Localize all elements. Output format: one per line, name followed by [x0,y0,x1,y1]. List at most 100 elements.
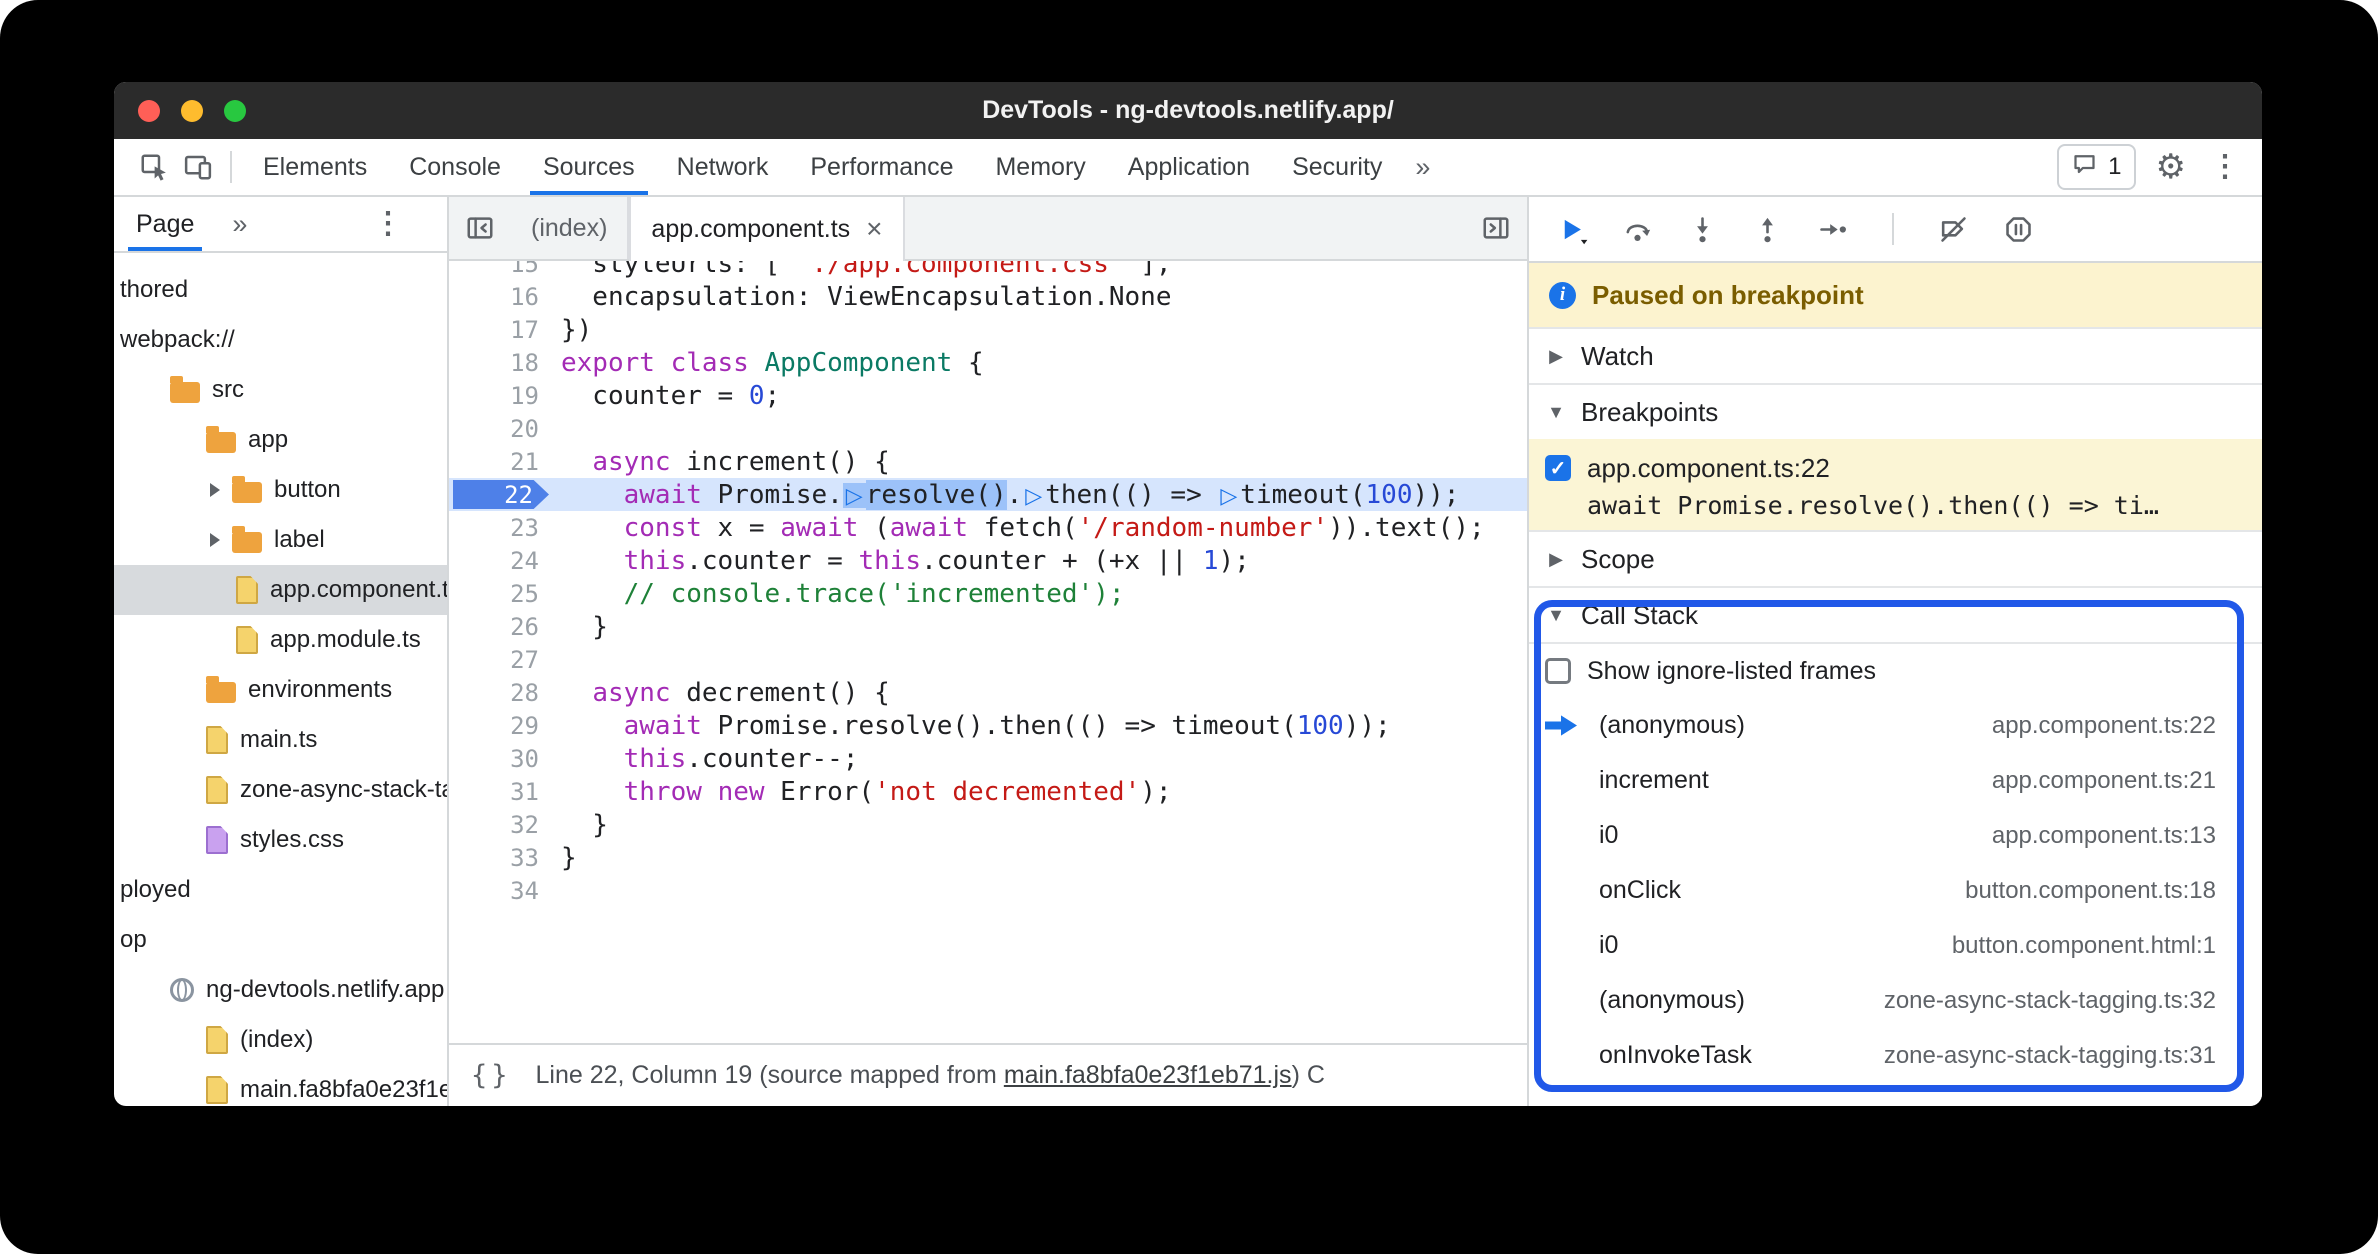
gutter-line-number[interactable]: 24 [449,544,551,577]
tab-console[interactable]: Console [388,139,522,195]
gutter-line-number[interactable]: 31 [449,775,551,808]
section-watch[interactable]: ▶ Watch [1529,327,2262,383]
code-line-text[interactable]: throw new Error('not decremented'); [551,777,1527,807]
gutter-line-number[interactable]: 19 [449,379,551,412]
code-line-text[interactable]: this.counter--; [551,744,1527,774]
tree-item-index[interactable]: (index) [114,1015,447,1065]
deactivate-breakpoints-button[interactable] [1938,214,1969,245]
stack-frame-increment[interactable]: increment app.component.ts:21 [1529,753,2262,808]
step-button[interactable] [1817,214,1848,245]
async-step-marker-icon[interactable]: ▷ [842,482,866,508]
step-out-button[interactable] [1752,214,1783,245]
tab-performance[interactable]: Performance [789,139,974,195]
tab-network[interactable]: Network [656,139,790,195]
gutter-line-number[interactable]: 22 [449,478,551,511]
gutter-line-number[interactable]: 21 [449,445,551,478]
stack-frame-oninvoketask[interactable]: onInvokeTask zone-async-stack-tagging.ts:… [1529,1028,2262,1083]
tree-item-zone-async-stack-ta[interactable]: zone-async-stack-ta [114,765,447,815]
gutter-line-number[interactable]: 34 [449,874,551,907]
tree-item-thored[interactable]: thored [114,265,447,315]
tree-item-button[interactable]: button [114,465,447,515]
stack-frame-i0[interactable]: i0 button.component.html:1 [1529,918,2262,973]
async-step-marker-icon[interactable]: ▷ [1022,483,1045,508]
step-over-button[interactable] [1622,214,1653,245]
device-toolbar-icon[interactable] [176,145,220,189]
tab-elements[interactable]: Elements [242,139,388,195]
tree-item-app-component-ts[interactable]: app.component.ts [114,565,447,615]
tree-item-app[interactable]: app [114,415,447,465]
minimize-window-button[interactable] [181,99,203,122]
tree-item-op[interactable]: op [114,915,447,965]
gutter-line-number[interactable]: 16 [449,280,551,313]
section-breakpoints[interactable]: ▼ Breakpoints [1529,383,2262,439]
gutter-line-number[interactable]: 23 [449,511,551,544]
stack-frame-onclick[interactable]: onClick button.component.ts:18 [1529,863,2262,918]
gutter-line-number[interactable]: 29 [449,709,551,742]
gutter-line-number[interactable]: 32 [449,808,551,841]
tree-item-main-fa8bfa0e23f1eb[interactable]: main.fa8bfa0e23f1eb [114,1065,447,1106]
toggle-navigator-icon[interactable] [449,197,511,259]
editor-tab-index[interactable]: (index) [511,197,630,259]
code-editor[interactable]: 15 styleUrls: [ './app.component.css' ],… [449,261,1527,1043]
tab-page[interactable]: Page [128,197,203,251]
code-line-text[interactable]: encapsulation: ViewEncapsulation.None [551,282,1527,312]
zoom-window-button[interactable] [224,99,246,122]
tree-item-webpack[interactable]: webpack:// [114,315,447,365]
breakpoint-entry[interactable]: ✓ app.component.ts:22 await Promise.reso… [1529,439,2262,530]
pause-on-exceptions-button[interactable] [2003,214,2034,245]
code-line-text[interactable]: export class AppComponent { [551,348,1527,378]
section-scope[interactable]: ▶ Scope [1529,530,2262,586]
gutter-line-number[interactable]: 30 [449,742,551,775]
show-ignore-checkbox[interactable] [1545,658,1571,684]
breakpoint-flag[interactable]: 22 [453,480,549,509]
gutter-line-number[interactable]: 18 [449,346,551,379]
tree-item-src[interactable]: src [114,365,447,415]
navigator-kebab-icon[interactable]: ⋮ [369,209,407,239]
issues-button[interactable]: 1 [2057,144,2136,190]
editor-tab-app-component-ts[interactable]: app.component.ts × [629,197,905,261]
source-map-link[interactable]: main.fa8bfa0e23f1eb71.js [1004,1061,1292,1089]
code-line-text[interactable]: } [551,810,1527,840]
more-navigator-tabs-icon[interactable]: » [220,209,259,240]
settings-gear-icon[interactable]: ⚙ [2156,150,2186,184]
tree-item-styles-css[interactable]: styles.css [114,815,447,865]
tab-security[interactable]: Security [1271,139,1403,195]
tab-sources[interactable]: Sources [522,139,656,195]
code-line-text[interactable]: async decrement() { [551,678,1527,708]
toggle-debugger-icon[interactable] [1465,197,1527,259]
close-tab-icon[interactable]: × [866,213,882,245]
more-tabs-icon[interactable]: » [1403,152,1442,183]
stack-frame-anonymous[interactable]: (anonymous) app.component.ts:22 [1529,698,2262,753]
code-line-text[interactable]: async increment() { [551,447,1527,477]
close-window-button[interactable] [138,99,160,122]
tab-memory[interactable]: Memory [974,139,1106,195]
async-step-marker-icon[interactable]: ▷ [1217,483,1240,508]
tree-item-ng-devtools-netlify-app[interactable]: ng-devtools.netlify.app [114,965,447,1015]
gutter-line-number[interactable]: 26 [449,610,551,643]
stack-frame-anonymous[interactable]: (anonymous) zone-async-stack-tagging.ts:3… [1529,973,2262,1028]
gutter-line-number[interactable]: 33 [449,841,551,874]
section-call-stack[interactable]: ▼ Call Stack [1529,586,2262,642]
code-line-text[interactable]: } [551,612,1527,642]
tree-item-environments[interactable]: environments [114,665,447,715]
breakpoint-checkbox[interactable]: ✓ [1545,455,1571,481]
code-line-text[interactable]: }) [551,315,1527,345]
gutter-line-number[interactable]: 27 [449,643,551,676]
code-line-text[interactable]: // console.trace('incremented'); [551,579,1527,609]
gutter-line-number[interactable]: 20 [449,412,551,445]
code-line-text[interactable]: this.counter = this.counter + (+x || 1); [551,546,1527,576]
inspect-element-icon[interactable] [132,145,176,189]
gutter-line-number[interactable]: 25 [449,577,551,610]
gutter-line-number[interactable]: 17 [449,313,551,346]
code-line-text[interactable]: const x = await (await fetch('/random-nu… [551,513,1527,543]
stack-frame-i0[interactable]: i0 app.component.ts:13 [1529,808,2262,863]
step-into-button[interactable] [1687,214,1718,245]
tree-item-label[interactable]: label [114,515,447,565]
tree-item-main-ts[interactable]: main.ts [114,715,447,765]
tree-item-ployed[interactable]: ployed [114,865,447,915]
pretty-print-icon[interactable]: {} [471,1060,512,1091]
tree-item-app-module-ts[interactable]: app.module.ts [114,615,447,665]
gutter-line-number[interactable]: 28 [449,676,551,709]
tab-application[interactable]: Application [1107,139,1271,195]
gutter-line-number[interactable]: 15 [449,261,551,280]
